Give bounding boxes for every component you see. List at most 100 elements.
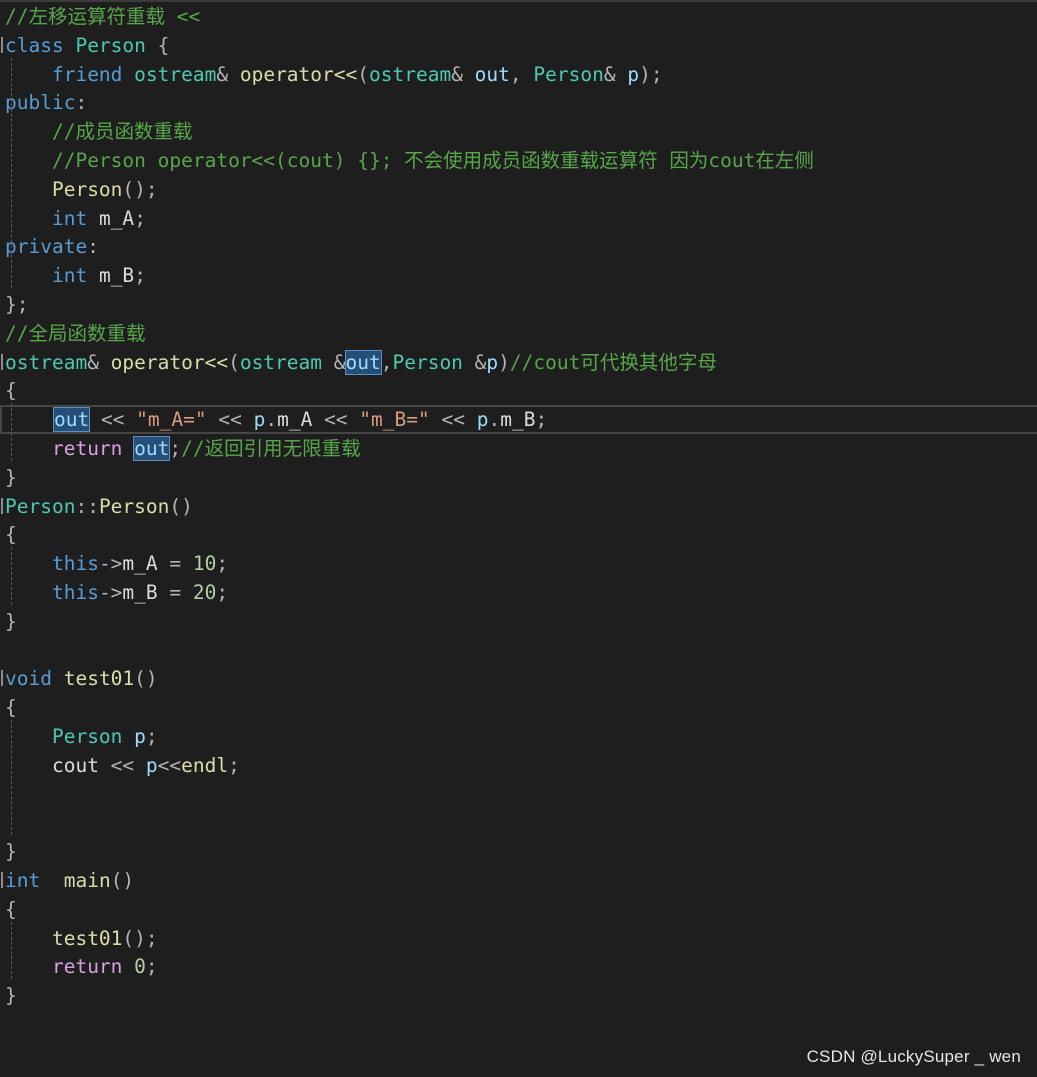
- code-token: Person: [5, 494, 76, 518]
- fold-marker[interactable]: [1, 36, 3, 53]
- code-line[interactable]: [0, 780, 1037, 809]
- code-token: ;: [216, 581, 229, 604]
- code-token: p: [145, 753, 158, 777]
- code-line[interactable]: }: [0, 837, 1037, 866]
- fold-marker[interactable]: [1, 872, 3, 888]
- code-token: ;: [169, 437, 182, 460]
- code-line[interactable]: int m_B;: [0, 261, 1037, 290]
- code-line[interactable]: cout << p<<endl;: [0, 751, 1037, 780]
- code-token: p: [476, 408, 489, 432]
- code-token: ;: [145, 725, 158, 748]
- code-line[interactable]: class Person {: [0, 31, 1037, 60]
- code-token: ,: [380, 350, 393, 374]
- code-token: private: [5, 235, 88, 259]
- code-token: (: [357, 62, 369, 86]
- code-token: p: [627, 62, 640, 86]
- code-line[interactable]: //成员函数重载: [0, 117, 1037, 146]
- code-line[interactable]: int m_A;: [0, 204, 1037, 233]
- code-token: int: [51, 206, 88, 230]
- code-token: m_A: [277, 408, 313, 432]
- code-line[interactable]: return out;//返回引用无限重载: [0, 434, 1037, 463]
- code-token: void: [5, 667, 52, 691]
- code-line[interactable]: ostream& operator<<(ostream &out,Person …: [0, 348, 1037, 377]
- code-token: this: [51, 581, 99, 604]
- code-line[interactable]: return 0;: [0, 952, 1037, 981]
- code-line[interactable]: friend ostream& operator<<(ostream& out,…: [0, 60, 1037, 89]
- code-token: public: [5, 91, 76, 115]
- code-token: ;: [145, 955, 158, 979]
- code-token: Person: [392, 350, 463, 374]
- code-token: ,: [509, 62, 534, 86]
- fold-marker[interactable]: [1, 670, 3, 687]
- code-token: p: [486, 350, 499, 374]
- code-token: class: [5, 33, 64, 57]
- code-line[interactable]: test01();: [0, 924, 1037, 953]
- code-token: test01: [63, 667, 135, 691]
- code-token: {: [5, 523, 17, 547]
- code-line[interactable]: };: [0, 290, 1037, 319]
- code-token: }: [5, 840, 17, 864]
- fold-marker[interactable]: [1, 497, 3, 514]
- code-token: //cout可代换其他字母: [509, 350, 717, 374]
- code-line[interactable]: //左移运算符重载 <<: [0, 2, 1037, 31]
- code-token: this: [51, 552, 99, 576]
- code-line[interactable]: }: [0, 463, 1037, 492]
- code-line[interactable]: {: [0, 895, 1037, 924]
- code-token: <<: [206, 408, 254, 432]
- indent-guide: [11, 547, 12, 605]
- code-token: &: [216, 62, 240, 86]
- code-line[interactable]: Person p;: [0, 722, 1037, 751]
- highlighted-token: out: [133, 436, 171, 461]
- code-line[interactable]: //Person operator<<(cout) {}; 不会使用成员函数重载…: [0, 146, 1037, 175]
- code-token: &: [603, 62, 628, 86]
- code-line[interactable]: }: [0, 981, 1037, 1010]
- code-token: p: [253, 408, 266, 432]
- code-token: &: [87, 350, 111, 374]
- code-line[interactable]: int main(): [0, 866, 1037, 895]
- code-line[interactable]: [0, 636, 1037, 665]
- code-token: ostream: [5, 350, 88, 374]
- code-token: {: [5, 696, 17, 720]
- code-line-current[interactable]: out << "m_A=" << p.m_A << "m_B=" << p.m_…: [0, 405, 1037, 435]
- code-token: :: [75, 91, 88, 115]
- code-token: Person: [51, 177, 123, 201]
- code-token: &: [451, 62, 475, 86]
- code-token: .: [488, 408, 501, 432]
- code-token: operator<<: [110, 350, 229, 374]
- code-token: m_B: [122, 581, 158, 604]
- code-line[interactable]: void test01(): [0, 664, 1037, 693]
- code-line[interactable]: Person::Person(): [0, 492, 1037, 521]
- code-line[interactable]: {: [0, 693, 1037, 722]
- code-line[interactable]: Person();: [0, 175, 1037, 204]
- code-token: 0: [134, 955, 146, 979]
- code-token: int: [5, 869, 41, 892]
- code-line[interactable]: //全局函数重载: [0, 319, 1037, 348]
- code-token: operator<<: [239, 62, 358, 86]
- fold-marker[interactable]: [1, 353, 3, 370]
- code-line[interactable]: private:: [0, 232, 1037, 261]
- indent-guide: [11, 403, 12, 461]
- code-token: return: [51, 955, 123, 979]
- code-token: m_A: [98, 206, 135, 230]
- code-line[interactable]: {: [0, 376, 1037, 405]
- code-token: //返回引用无限重载: [181, 437, 361, 460]
- code-line[interactable]: public:: [0, 88, 1037, 117]
- code-token: endl: [181, 753, 229, 777]
- code-token: );: [639, 62, 663, 86]
- code-line[interactable]: }: [0, 607, 1037, 636]
- code-token: ): [498, 350, 510, 374]
- code-line[interactable]: this->m_A = 10;: [0, 549, 1037, 578]
- code-line[interactable]: this->m_B = 20;: [0, 578, 1037, 607]
- code-line[interactable]: [0, 808, 1037, 837]
- code-line[interactable]: {: [0, 520, 1037, 549]
- code-token: (): [134, 667, 158, 691]
